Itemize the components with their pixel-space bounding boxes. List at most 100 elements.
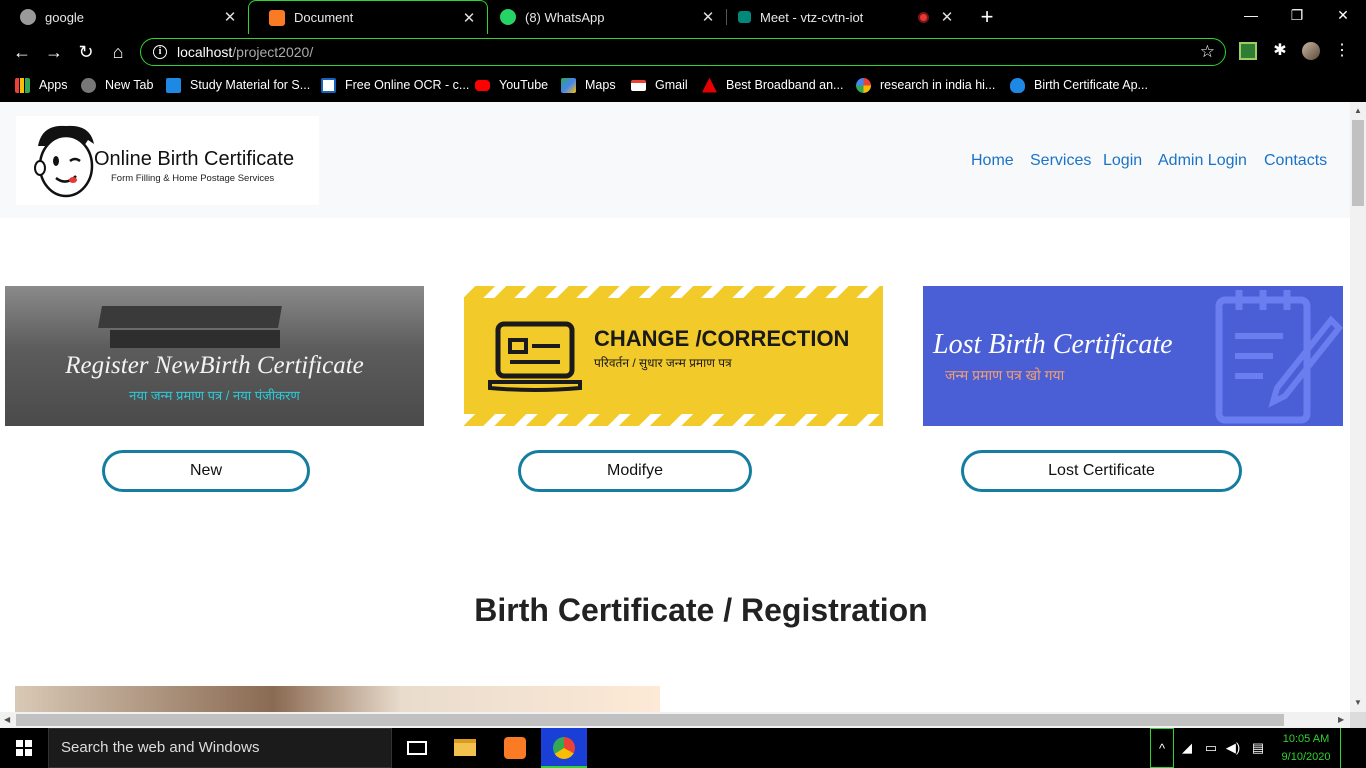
globe-icon (81, 77, 96, 93)
bookmark-apps[interactable]: Apps (15, 76, 68, 94)
scroll-thumb[interactable] (1352, 120, 1364, 206)
horizontal-scrollbar[interactable]: ◀ ▶ (0, 712, 1350, 728)
taskbar-clock[interactable]: 10:05 AM 9/10/2020 (1274, 730, 1338, 766)
scroll-thumb[interactable] (16, 714, 1284, 726)
bookmark-research[interactable]: research in india hi... (856, 76, 995, 94)
scroll-right-icon[interactable]: ▶ (1338, 715, 1344, 724)
tab-strip: google ✕ Document ✕ (8) WhatsApp ✕ Meet … (0, 0, 1366, 34)
puzzle-icon[interactable]: ✱ (1271, 42, 1289, 60)
study-material-icon (166, 77, 181, 93)
bookmark-study-material[interactable]: Study Material for S... (166, 76, 310, 94)
home-button[interactable]: ⌂ (106, 40, 130, 64)
meet-icon (738, 11, 751, 23)
nav-services[interactable]: Services (1030, 152, 1091, 170)
clipboard-pen-icon (1215, 290, 1343, 424)
url-host: localhost (177, 44, 233, 60)
info-icon[interactable]: i (153, 45, 167, 59)
new-tab-button[interactable]: + (976, 4, 998, 30)
nav-login[interactable]: Login (1103, 152, 1142, 170)
show-desktop-button[interactable] (1340, 728, 1366, 768)
tab-label: (8) WhatsApp (525, 9, 605, 25)
apps-grid-icon (15, 77, 30, 93)
register-new-banner[interactable]: Register NewBirth Certificate नया जन्म प… (5, 286, 424, 426)
nav-admin-login[interactable]: Admin Login (1158, 152, 1247, 170)
nav-contacts[interactable]: Contacts (1264, 152, 1327, 170)
card-subheading: जन्म प्रमाण पत्र खो गया (945, 367, 1065, 383)
tab-document[interactable]: Document ✕ (248, 0, 488, 34)
gmail-icon (631, 79, 646, 91)
bookmark-label: Apps (39, 78, 68, 92)
tab-meet[interactable]: Meet - vtz-cvtn-iot ✕ (727, 0, 965, 34)
battery-icon[interactable]: ▭ (1200, 728, 1222, 768)
new-button[interactable]: New (102, 450, 310, 492)
restore-button[interactable]: ❐ (1274, 0, 1320, 32)
globe-icon (20, 9, 36, 25)
tab-label: Meet - vtz-cvtn-iot (760, 9, 864, 25)
bookmark-youtube[interactable]: YouTube (475, 76, 548, 94)
scroll-down-icon[interactable]: ▼ (1354, 698, 1362, 707)
show-hidden-icons[interactable]: ^ (1150, 728, 1174, 768)
lost-certificate-button[interactable]: Lost Certificate (961, 450, 1242, 492)
avatar[interactable] (1302, 42, 1320, 60)
lost-certificate-banner[interactable]: Lost Birth Certificate जन्म प्रमाण पत्र … (923, 286, 1343, 426)
reload-button[interactable]: ↻ (74, 40, 98, 64)
bookmark-label: research in india hi... (880, 78, 996, 92)
scrollbar-corner (1350, 712, 1366, 728)
close-icon[interactable]: ✕ (698, 8, 718, 26)
close-icon[interactable]: ✕ (459, 9, 479, 27)
section-title: Birth Certificate / Registration (474, 592, 928, 628)
bookmark-broadband[interactable]: Best Broadband an... (702, 76, 843, 94)
back-button[interactable]: ← (10, 40, 34, 64)
nav-home[interactable]: Home (971, 152, 1014, 170)
books-graphic (98, 306, 282, 328)
modifye-button[interactable]: Modifye (518, 450, 752, 492)
tab-whatsapp[interactable]: (8) WhatsApp ✕ (488, 0, 726, 34)
site-header: Online Birth Certificate Form Filling & … (0, 102, 1350, 218)
bookmark-label: New Tab (105, 78, 154, 92)
start-button[interactable] (0, 728, 48, 768)
laptop-icon (488, 321, 582, 392)
chrome-button[interactable] (541, 728, 587, 768)
close-icon[interactable]: ✕ (220, 8, 240, 26)
close-window-button[interactable]: ✕ (1320, 0, 1366, 32)
bookmark-maps[interactable]: Maps (561, 76, 616, 94)
vertical-scrollbar[interactable]: ▲ ▼ (1350, 102, 1366, 712)
bookmark-birth-certificate[interactable]: Birth Certificate Ap... (1010, 76, 1148, 94)
scroll-left-icon[interactable]: ◀ (4, 715, 10, 724)
bookmark-ocr[interactable]: Free Online OCR - c... (321, 76, 469, 94)
tab-google[interactable]: google ✕ (0, 0, 248, 34)
logo-title: Online Birth Certificate (94, 148, 295, 170)
extension-icon[interactable] (1239, 42, 1257, 60)
change-correction-banner[interactable]: CHANGE /CORRECTION परिवर्तन / सुधार जन्म… (464, 286, 883, 426)
task-view-button[interactable] (394, 728, 440, 768)
stripe-border (464, 414, 883, 426)
scroll-up-icon[interactable]: ▲ (1354, 106, 1362, 115)
bookmarks-bar: Apps New Tab Study Material for S... Fre… (0, 70, 1366, 100)
windows-icon (16, 740, 32, 756)
page-viewport: Online Birth Certificate Form Filling & … (0, 102, 1350, 712)
taskbar-search[interactable]: Search the web and Windows (48, 728, 392, 768)
close-icon[interactable]: ✕ (937, 8, 957, 26)
recording-icon (918, 11, 929, 23)
menu-icon[interactable]: ⋮ (1333, 42, 1351, 60)
site-logo[interactable]: Online Birth Certificate Form Filling & … (16, 116, 319, 205)
card-heading: Lost Birth Certificate (933, 329, 1173, 360)
volume-icon[interactable]: ◀) (1222, 728, 1244, 768)
wifi-icon[interactable]: ◢ (1176, 728, 1198, 768)
books-graphic (110, 330, 280, 348)
url-path: /project2020/ (232, 44, 314, 60)
action-center-icon[interactable]: ▤ (1246, 728, 1270, 768)
registration-photo (15, 686, 660, 712)
xampp-button[interactable] (492, 728, 538, 768)
bookmark-new-tab[interactable]: New Tab (81, 76, 153, 94)
bookmark-star-icon[interactable]: ☆ (1200, 42, 1215, 62)
bookmark-gmail[interactable]: Gmail (631, 76, 688, 94)
bookmark-label: Maps (585, 78, 616, 92)
address-bar[interactable]: i localhost /project2020/ ☆ (140, 38, 1226, 66)
clock-date: 9/10/2020 (1281, 751, 1331, 763)
file-explorer-button[interactable] (442, 728, 488, 768)
chrome-icon (553, 737, 575, 759)
forward-button[interactable]: → (42, 40, 66, 64)
minimize-button[interactable]: — (1228, 0, 1274, 32)
google-icon (856, 77, 871, 93)
